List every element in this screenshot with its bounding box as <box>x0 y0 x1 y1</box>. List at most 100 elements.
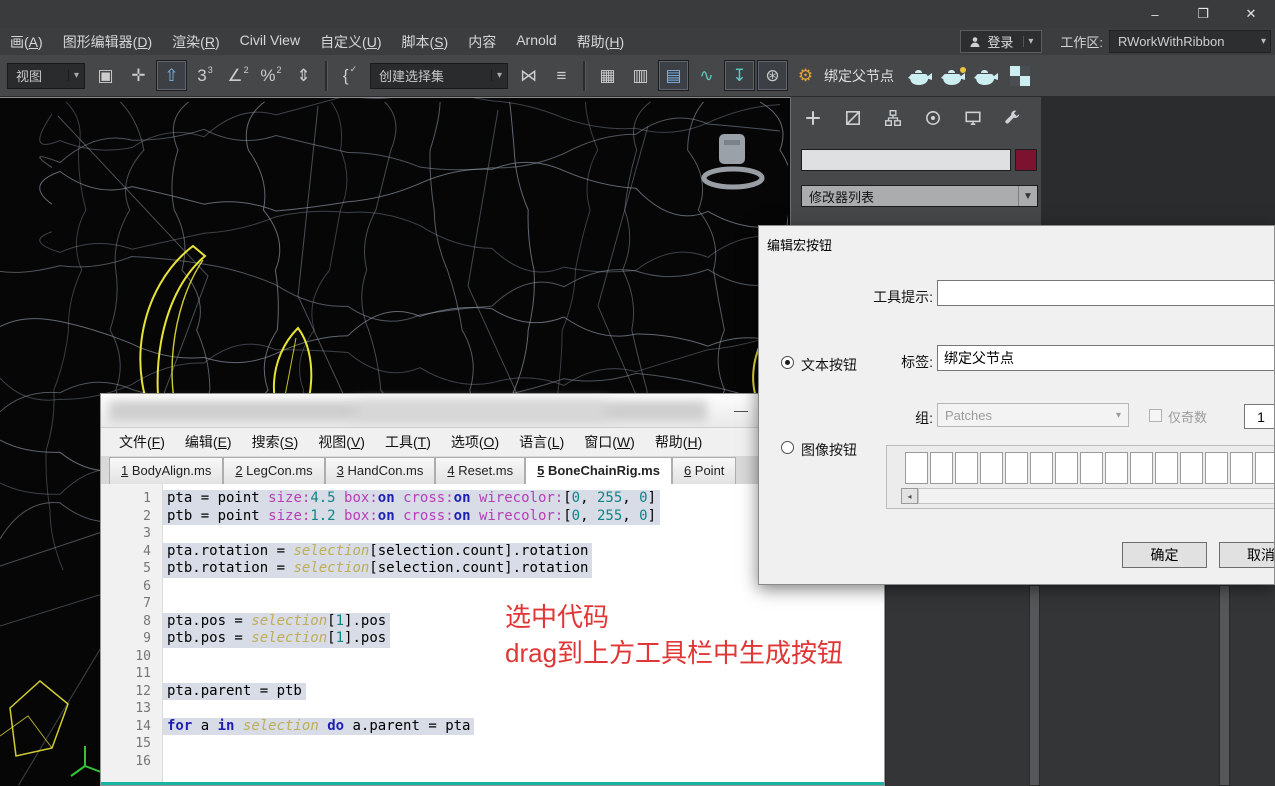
image-slot[interactable] <box>905 452 928 484</box>
cancel-button[interactable]: 取消 <box>1219 542 1274 568</box>
image-slot[interactable] <box>930 452 953 484</box>
panel-scrollbar[interactable] <box>1029 585 1040 786</box>
workspace-dropdown[interactable]: RWorkWithRibbon ▾ <box>1109 30 1271 53</box>
menubar-item-1[interactable]: 图形编辑器(D) <box>53 32 162 52</box>
image-button-radio[interactable] <box>781 441 794 454</box>
scroll-left-icon[interactable]: ◂ <box>901 488 918 504</box>
image-slot[interactable] <box>1205 452 1228 484</box>
ok-button[interactable]: 确定 <box>1122 542 1207 568</box>
state-sets-checker-icon[interactable] <box>1004 60 1035 91</box>
render-iterative-teapot-icon[interactable] <box>971 60 1002 91</box>
image-slot[interactable] <box>1130 452 1153 484</box>
tab-utilities[interactable] <box>997 103 1029 133</box>
image-slot[interactable] <box>1105 452 1128 484</box>
text-button-radio[interactable] <box>781 356 794 369</box>
minimize-icon[interactable]: — <box>727 398 755 422</box>
image-slot[interactable] <box>980 452 1003 484</box>
code-text[interactable]: pta = point size:4.5 box:on cross:on wir… <box>163 490 660 508</box>
percent-snap-icon[interactable]: % 2 <box>255 60 286 91</box>
named-selection-set-dropdown[interactable]: 创建选择集 ▾ <box>370 62 508 89</box>
layer-manager-icon[interactable]: ▥ <box>625 60 656 91</box>
menubar-item-8[interactable]: 帮助(H) <box>567 32 634 52</box>
login-button[interactable]: 登录 ▾ <box>960 30 1043 53</box>
image-slot[interactable] <box>1055 452 1078 484</box>
code-text[interactable]: ptb.pos = selection[1].pos <box>163 630 391 648</box>
image-slot[interactable] <box>1180 452 1203 484</box>
menubar-item-4[interactable]: 自定义(U) <box>310 32 391 52</box>
group-dropdown[interactable]: Patches ▾ <box>937 403 1129 427</box>
code-text[interactable] <box>163 648 171 666</box>
code-text[interactable] <box>163 595 171 613</box>
code-text[interactable]: ptb.rotation = selection[selection.count… <box>163 560 593 578</box>
align-icon[interactable]: ≡ <box>546 60 577 91</box>
script-menu-item-7[interactable]: 窗口(W) <box>574 432 645 452</box>
dope-sheet-icon[interactable]: ↧ <box>724 60 755 91</box>
code-text[interactable]: pta.pos = selection[1].pos <box>163 612 391 630</box>
view-dropdown[interactable]: 视图 ▾ <box>7 62 85 89</box>
script-tab-2[interactable]: 2 LegCon.ms <box>223 457 325 484</box>
script-tab-5[interactable]: 5 BoneChainRig.ms <box>525 457 672 484</box>
odd-only-checkbox[interactable] <box>1149 409 1162 422</box>
tooltip-input[interactable] <box>937 280 1274 306</box>
render-production-teapot-icon[interactable] <box>938 60 969 91</box>
select-and-place-icon[interactable]: ⇧ <box>156 60 187 91</box>
chevron-down-icon[interactable]: ▾ <box>1023 36 1037 47</box>
scene-explorer-icon[interactable]: ▦ <box>592 60 623 91</box>
script-tab-1[interactable]: 1 BodyAlign.ms <box>109 457 224 484</box>
image-slot[interactable] <box>955 452 978 484</box>
tab-modify[interactable] <box>837 103 869 133</box>
image-slot[interactable] <box>1230 452 1253 484</box>
image-slot[interactable] <box>1155 452 1178 484</box>
menubar-item-5[interactable]: 脚本(S) <box>392 32 459 52</box>
render-setup-icon[interactable]: ⊛ <box>757 60 788 91</box>
script-menu-item-8[interactable]: 帮助(H) <box>645 432 712 452</box>
code-text[interactable] <box>163 700 171 718</box>
script-menu-item-0[interactable]: 文件(F) <box>109 432 175 452</box>
select-and-move-icon[interactable]: ✛ <box>123 60 154 91</box>
menubar-item-3[interactable]: Civil View <box>230 32 310 52</box>
select-by-name-icon[interactable]: ▣ <box>90 60 121 91</box>
angle-snap-icon[interactable]: ∠ 2 <box>222 60 253 91</box>
panel-scrollbar[interactable] <box>1219 585 1230 786</box>
menubar-item-2[interactable]: 渲染(R) <box>162 32 229 52</box>
code-text[interactable] <box>163 735 171 753</box>
snap-toggle-3d-icon[interactable]: 33 <box>189 60 220 91</box>
tab-motion[interactable] <box>917 103 949 133</box>
script-menu-item-4[interactable]: 工具(T) <box>375 432 441 452</box>
script-menu-item-5[interactable]: 选项(O) <box>441 432 509 452</box>
script-tab-3[interactable]: 3 HandCon.ms <box>324 457 436 484</box>
code-text[interactable] <box>163 665 171 683</box>
image-slot[interactable] <box>1080 452 1103 484</box>
code-text[interactable]: ptb = point size:1.2 box:on cross:on wir… <box>163 507 660 525</box>
count-input[interactable] <box>1244 404 1274 429</box>
curve-editor-icon[interactable]: ∿ <box>691 60 722 91</box>
menubar-item-7[interactable]: Arnold <box>506 32 566 52</box>
bind-parent-gear-icon[interactable]: ⚙ <box>790 60 821 91</box>
image-slots-scrollbar[interactable] <box>918 488 1274 504</box>
close-icon[interactable]: ✕ <box>1227 0 1275 28</box>
image-slot[interactable] <box>1005 452 1028 484</box>
image-slot[interactable] <box>1255 452 1274 484</box>
script-menu-item-6[interactable]: 语言(L) <box>509 432 574 452</box>
object-name-field[interactable] <box>801 149 1011 171</box>
code-text[interactable] <box>163 578 171 596</box>
tab-create[interactable] <box>797 103 829 133</box>
script-menu-item-3[interactable]: 视图(V) <box>308 432 375 452</box>
spinner-snap-icon[interactable]: ⇕ <box>288 60 319 91</box>
render-frame-teapot-icon[interactable] <box>905 60 936 91</box>
script-menu-item-2[interactable]: 搜索(S) <box>242 432 309 452</box>
label-input[interactable] <box>937 345 1274 371</box>
modifier-list-dropdown[interactable]: 修改器列表 ▼ <box>801 185 1038 207</box>
mirror-icon[interactable]: ⋈ <box>513 60 544 91</box>
code-text[interactable]: pta.rotation = selection[selection.count… <box>163 542 593 560</box>
script-menu-item-1[interactable]: 编辑(E) <box>175 432 242 452</box>
minimize-icon[interactable]: – <box>1131 0 1179 28</box>
ribbon-toggle-icon[interactable]: ▤ <box>658 60 689 91</box>
maximize-icon[interactable]: ❐ <box>1179 0 1227 28</box>
image-slot[interactable] <box>1030 452 1053 484</box>
script-tab-4[interactable]: 4 Reset.ms <box>435 457 526 484</box>
code-text[interactable]: for a in selection do a.parent = pta <box>163 717 475 735</box>
menubar-item-0[interactable]: 画(A) <box>0 32 53 52</box>
object-color-swatch[interactable] <box>1015 149 1037 171</box>
tab-hierarchy[interactable] <box>877 103 909 133</box>
